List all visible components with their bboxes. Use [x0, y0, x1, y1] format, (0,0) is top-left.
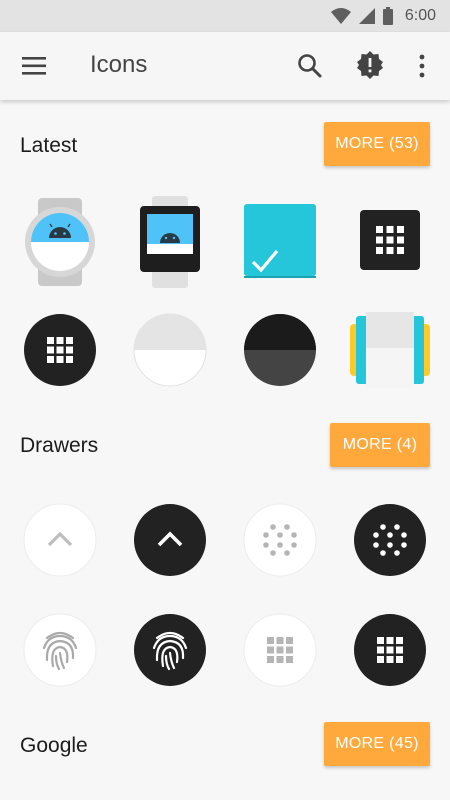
section-title-drawers: Drawers	[20, 434, 99, 457]
overflow-menu-icon[interactable]	[412, 52, 432, 80]
phone-tablet-icon[interactable]	[350, 310, 430, 390]
more-button-google[interactable]: MORE (45)	[324, 722, 430, 766]
watch-square-icon[interactable]	[130, 196, 210, 288]
dots-grid-dark-icon[interactable]	[350, 500, 430, 580]
fingerprint-light-icon[interactable]	[20, 610, 100, 690]
dark-half-circle-icon[interactable]	[240, 310, 320, 390]
app-drawer-square-icon[interactable]	[350, 202, 430, 282]
app-bar: Icons	[0, 32, 450, 100]
alert-badge-icon[interactable]	[355, 50, 385, 80]
watch-round-icon[interactable]	[20, 198, 100, 286]
cellular-signal-icon	[358, 8, 375, 24]
checkbox-icon[interactable]	[240, 202, 320, 282]
search-icon[interactable]	[296, 52, 324, 80]
status-bar: 6:00	[0, 0, 450, 32]
app-drawer-dark-icon[interactable]	[20, 310, 100, 390]
dots-grid-light-icon[interactable]	[240, 500, 320, 580]
more-button-latest[interactable]: MORE (53)	[324, 122, 430, 166]
status-time: 6:00	[404, 7, 436, 24]
light-half-circle-icon[interactable]	[130, 310, 210, 390]
wifi-icon	[330, 8, 351, 24]
menu-icon[interactable]	[22, 56, 48, 76]
fingerprint-dark-icon[interactable]	[130, 610, 210, 690]
chevron-up-light-icon[interactable]	[20, 500, 100, 580]
squares-grid-light-icon[interactable]	[240, 610, 320, 690]
section-title-google: Google	[20, 734, 88, 757]
battery-icon	[382, 7, 393, 25]
page-title: Icons	[90, 51, 148, 78]
more-button-drawers[interactable]: MORE (4)	[330, 423, 430, 467]
squares-grid-dark-icon[interactable]	[350, 610, 430, 690]
section-title-latest: Latest	[20, 134, 78, 157]
chevron-up-dark-icon[interactable]	[130, 500, 210, 580]
